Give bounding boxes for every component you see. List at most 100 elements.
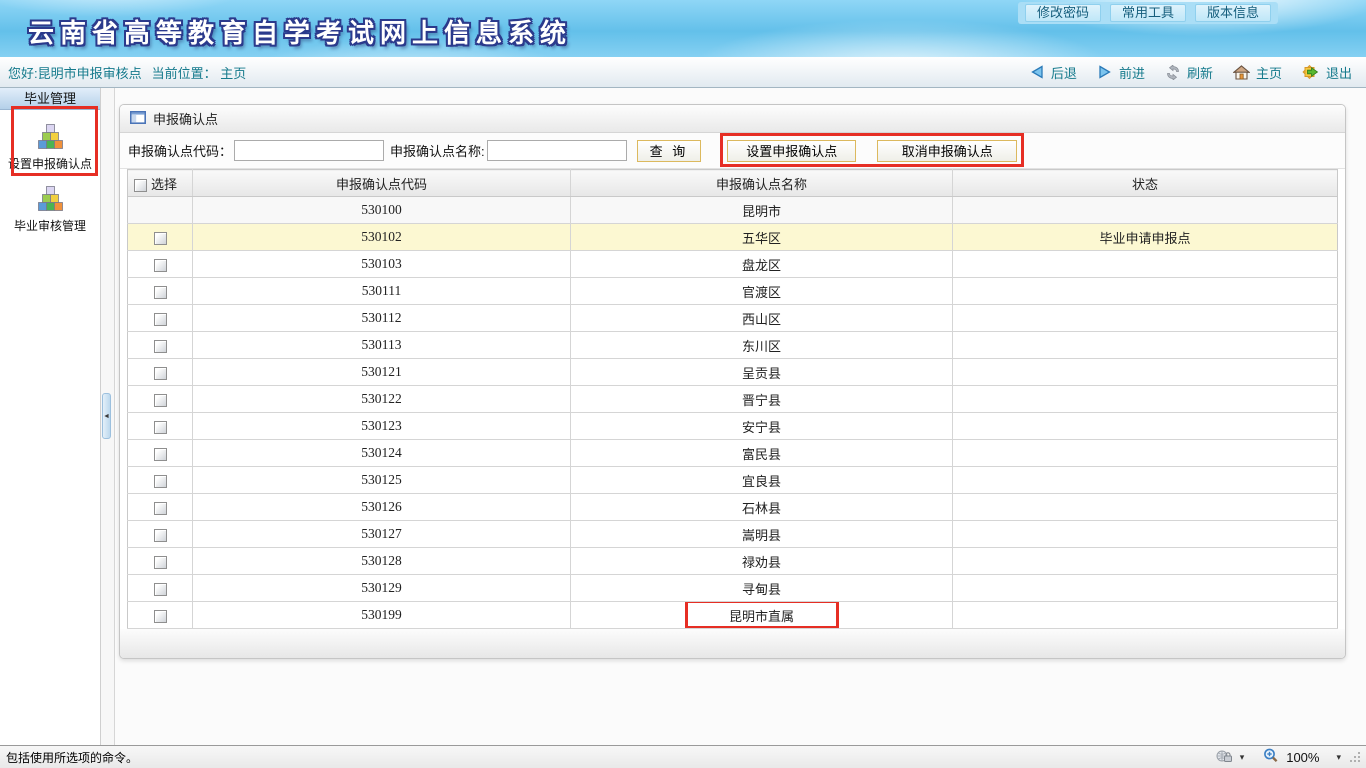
cancel-confirmation-point-button[interactable]: 取消申报确认点 [877, 140, 1017, 162]
table-row: 530113东川区 [128, 332, 1338, 359]
sidebar: 毕业管理 设置申报确认点 毕业审核管理 [0, 88, 101, 745]
cell-code: 530113 [193, 332, 571, 359]
cell-status [953, 575, 1338, 602]
name-input[interactable] [487, 140, 627, 161]
cell-select [128, 440, 193, 467]
home-button[interactable]: 主页 [1233, 63, 1282, 82]
row-checkbox[interactable] [154, 529, 167, 542]
cell-select [128, 575, 193, 602]
table-row: 530129寻甸县 [128, 575, 1338, 602]
cell-code: 530129 [193, 575, 571, 602]
row-checkbox[interactable] [154, 475, 167, 488]
back-icon [1029, 65, 1045, 79]
cell-name: 盘龙区 [571, 251, 953, 278]
refresh-icon [1165, 65, 1181, 80]
cell-select [128, 548, 193, 575]
table-row: 530199昆明市直属 [128, 602, 1338, 629]
cell-code: 530199 [193, 602, 571, 629]
table-row: 530128禄劝县 [128, 548, 1338, 575]
cell-name: 呈贡县 [571, 359, 953, 386]
cell-status [953, 602, 1338, 629]
table-row: 530127嵩明县 [128, 521, 1338, 548]
cell-name: 寻甸县 [571, 575, 953, 602]
confirmation-point-panel: 申报确认点 申报确认点代码： 申报确认点名称: 查 询 设置申报确认点 取消申报… [119, 104, 1346, 659]
query-button[interactable]: 查 询 [637, 140, 702, 162]
cell-code: 530128 [193, 548, 571, 575]
zoom-dropdown-icon[interactable]: ▾ [1336, 752, 1341, 763]
cell-status: 毕业申请申报点 [953, 224, 1338, 251]
table-row: 530112西山区 [128, 305, 1338, 332]
resize-grip[interactable] [1358, 760, 1360, 762]
cell-select [128, 251, 193, 278]
code-input[interactable] [234, 140, 384, 161]
table-row: 530103盘龙区 [128, 251, 1338, 278]
table-row: 530126石林县 [128, 494, 1338, 521]
panel-icon [130, 111, 146, 127]
sidebar-item-graduation-review[interactable]: 毕业审核管理 [0, 172, 100, 234]
panel-footer [120, 629, 1345, 658]
change-password-button[interactable]: 修改密码 [1025, 4, 1101, 22]
security-zone-icon[interactable] [1216, 749, 1233, 766]
cell-status [953, 494, 1338, 521]
back-label: 后退 [1051, 63, 1077, 82]
cell-select [128, 413, 193, 440]
table-row: 530125宜良县 [128, 467, 1338, 494]
refresh-button[interactable]: 刷新 [1165, 63, 1213, 82]
cell-code: 530111 [193, 278, 571, 305]
row-checkbox[interactable] [154, 583, 167, 596]
row-checkbox[interactable] [154, 448, 167, 461]
cell-select [128, 278, 193, 305]
row-checkbox[interactable] [154, 556, 167, 569]
common-tools-button[interactable]: 常用工具 [1110, 4, 1186, 22]
forward-label: 前进 [1119, 63, 1145, 82]
cell-code: 530127 [193, 521, 571, 548]
cell-select [128, 197, 193, 224]
cell-status [953, 521, 1338, 548]
splitter-collapse-handle[interactable]: ◄ [102, 393, 111, 439]
table-row: 530102五华区毕业申请申报点 [128, 224, 1338, 251]
application-window: 云南省高等教育自学考试网上信息系统 修改密码 常用工具 版本信息 您好:昆明市申… [0, 0, 1366, 768]
row-checkbox[interactable] [154, 259, 167, 272]
forward-button[interactable]: 前进 [1097, 63, 1145, 82]
header-select-label: 选择 [151, 177, 177, 192]
row-checkbox[interactable] [154, 367, 167, 380]
header-select: 选择 [128, 170, 193, 197]
set-confirmation-point-button[interactable]: 设置申报确认点 [727, 140, 856, 162]
cell-code: 530125 [193, 467, 571, 494]
header-select-checkbox[interactable] [134, 179, 147, 192]
security-dropdown-icon[interactable]: ▾ [1240, 752, 1245, 763]
zoom-magnifier-icon[interactable] [1263, 748, 1279, 766]
back-button[interactable]: 后退 [1029, 63, 1077, 82]
table-row: 530121呈贡县 [128, 359, 1338, 386]
sidebar-item-label: 毕业审核管理 [14, 217, 86, 234]
cell-name: 石林县 [571, 494, 953, 521]
version-info-button[interactable]: 版本信息 [1195, 4, 1271, 22]
cell-name: 嵩明县 [571, 521, 953, 548]
navbar-status: 您好:昆明市申报审核点 当前位置： 主页 [8, 63, 246, 82]
app-title: 云南省高等教育自学考试网上信息系统 [28, 13, 572, 50]
panel-header: 申报确认点 [120, 105, 1345, 133]
exit-label: 退出 [1326, 63, 1352, 82]
row-checkbox[interactable] [154, 313, 167, 326]
row-checkbox[interactable] [154, 502, 167, 515]
table-row: 530123安宁县 [128, 413, 1338, 440]
cell-status [953, 359, 1338, 386]
cell-select [128, 305, 193, 332]
sidebar-item-label: 设置申报确认点 [8, 155, 92, 172]
row-checkbox[interactable] [154, 610, 167, 623]
blocks-icon [37, 124, 64, 152]
body-region: 毕业管理 设置申报确认点 毕业审核管理 ◄ 申报确认点 申报确认点代码： [0, 88, 1366, 745]
row-checkbox[interactable] [154, 340, 167, 353]
row-checkbox[interactable] [154, 421, 167, 434]
sidebar-item-set-confirmation-point[interactable]: 设置申报确认点 [0, 110, 100, 172]
code-label: 申报确认点代码： [128, 141, 232, 160]
zoom-level[interactable]: 100% [1286, 750, 1319, 765]
cell-status [953, 467, 1338, 494]
row-checkbox[interactable] [154, 394, 167, 407]
confirmation-point-table: 选择 申报确认点代码 申报确认点名称 状态 530100昆明市530102五华区… [127, 169, 1338, 629]
exit-button[interactable]: 退出 [1302, 63, 1352, 82]
cell-name: 晋宁县 [571, 386, 953, 413]
row-checkbox[interactable] [154, 286, 167, 299]
row-checkbox[interactable] [154, 232, 167, 245]
cell-name: 安宁县 [571, 413, 953, 440]
